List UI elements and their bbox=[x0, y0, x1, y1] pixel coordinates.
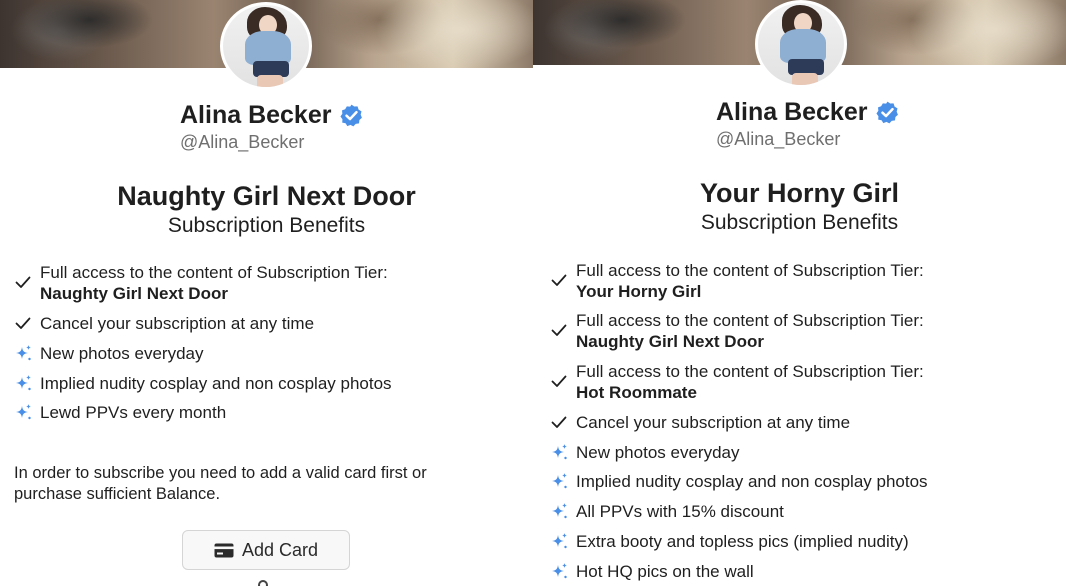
verified-badge-icon bbox=[875, 100, 900, 125]
check-icon bbox=[550, 271, 568, 289]
benefit-item: Cancel your subscription at any time bbox=[14, 313, 314, 334]
add-card-button[interactable]: Add Card bbox=[182, 530, 350, 570]
subscription-panel-left: Alina Becker @Alina_Becker Naughty Girl … bbox=[0, 0, 533, 586]
sparkle-icon bbox=[550, 502, 568, 520]
benefit-item: Hot HQ pics on the wall bbox=[550, 561, 754, 582]
tier-title: Naughty Girl Next Door bbox=[117, 181, 416, 211]
creator-handle[interactable]: @Alina_Becker bbox=[180, 132, 304, 153]
benefits-heading: Subscription Benefits bbox=[700, 211, 899, 234]
benefit-item: Full access to the content of Subscripti… bbox=[550, 260, 924, 302]
creator-name: Alina Becker bbox=[716, 98, 868, 126]
check-icon bbox=[14, 314, 32, 332]
tier-title: Your Horny Girl bbox=[699, 178, 900, 208]
avatar[interactable] bbox=[220, 2, 312, 90]
check-icon bbox=[550, 321, 568, 339]
check-icon bbox=[550, 413, 568, 431]
benefit-item: Extra booty and topless pics (implied nu… bbox=[550, 531, 909, 552]
check-icon bbox=[14, 273, 32, 291]
benefit-text: Full access to the content of Subscripti… bbox=[40, 263, 388, 282]
benefit-tier-name: Your Horny Girl bbox=[576, 282, 702, 301]
sparkle-icon bbox=[550, 472, 568, 490]
add-card-label: Add Card bbox=[241, 539, 319, 560]
partial-icon bbox=[258, 580, 268, 586]
benefit-text: Implied nudity cosplay and non cosplay p… bbox=[576, 472, 928, 491]
creator-handle[interactable]: @Alina_Becker bbox=[716, 129, 840, 150]
benefit-item: New photos everyday bbox=[14, 343, 203, 364]
verified-badge-icon bbox=[339, 103, 364, 128]
sparkle-icon bbox=[14, 374, 32, 392]
benefit-text: Full access to the content of Subscripti… bbox=[576, 261, 924, 280]
subscription-panel-right: Alina Becker @Alina_Becker Your Horny Gi… bbox=[533, 0, 1066, 586]
benefit-item: New photos everyday bbox=[550, 442, 739, 463]
benefit-item: Implied nudity cosplay and non cosplay p… bbox=[550, 471, 928, 492]
check-icon bbox=[550, 372, 568, 390]
benefit-text: New photos everyday bbox=[40, 344, 204, 363]
benefit-tier-name: Hot Roommate bbox=[576, 383, 697, 402]
benefit-tier-name: Naughty Girl Next Door bbox=[40, 284, 228, 303]
creator-name: Alina Becker bbox=[180, 101, 332, 129]
benefit-text: Implied nudity cosplay and non cosplay p… bbox=[40, 374, 392, 393]
benefit-text: New photos everyday bbox=[576, 443, 740, 462]
avatar[interactable] bbox=[755, 0, 847, 88]
benefit-text: Cancel your subscription at any time bbox=[40, 314, 315, 333]
sparkle-icon bbox=[550, 443, 568, 461]
credit-card-icon bbox=[214, 543, 234, 558]
card-required-notice: In order to subscribe you need to add a … bbox=[14, 464, 427, 503]
sparkle-icon bbox=[14, 344, 32, 362]
benefit-item: All PPVs with 15% discount bbox=[550, 501, 784, 522]
benefit-item: Implied nudity cosplay and non cosplay p… bbox=[14, 373, 392, 394]
sparkle-icon bbox=[550, 562, 568, 580]
benefit-item: Full access to the content of Subscripti… bbox=[550, 361, 924, 403]
benefit-text: Hot HQ pics on the wall bbox=[576, 562, 754, 581]
benefit-text: All PPVs with 15% discount bbox=[576, 502, 784, 521]
creator-name-row: Alina Becker bbox=[716, 98, 900, 127]
benefit-item: Full access to the content of Subscripti… bbox=[550, 310, 924, 352]
benefit-item: Cancel your subscription at any time bbox=[550, 412, 850, 433]
benefit-text: Full access to the content of Subscripti… bbox=[576, 362, 924, 381]
benefits-heading: Subscription Benefits bbox=[167, 214, 366, 237]
sparkle-icon bbox=[14, 403, 32, 421]
benefit-text: Full access to the content of Subscripti… bbox=[576, 311, 924, 330]
benefit-text: Cancel your subscription at any time bbox=[576, 413, 851, 432]
sparkle-icon bbox=[550, 532, 568, 550]
creator-name-row: Alina Becker bbox=[180, 101, 364, 130]
benefit-text: Lewd PPVs every month bbox=[40, 403, 227, 422]
benefit-text: Extra booty and topless pics (implied nu… bbox=[576, 532, 909, 551]
benefit-item: Full access to the content of Subscripti… bbox=[14, 262, 388, 304]
benefit-tier-name: Naughty Girl Next Door bbox=[576, 332, 764, 351]
benefit-item: Lewd PPVs every month bbox=[14, 402, 226, 423]
